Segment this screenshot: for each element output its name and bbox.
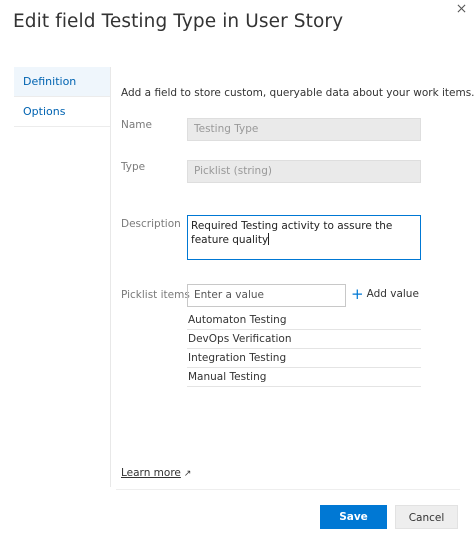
sidebar-item-definition[interactable]: Definition — [14, 67, 110, 97]
type-field: Picklist (string) — [187, 160, 421, 183]
description-label: Description — [121, 218, 181, 230]
dialog-title: Edit field Testing Type in User Story — [13, 11, 344, 32]
picklist-item[interactable]: DevOps Verification — [187, 330, 421, 349]
text-caret — [268, 233, 270, 245]
learn-more-label: Learn more — [121, 467, 181, 479]
picklist-item[interactable]: Automaton Testing — [187, 311, 421, 330]
name-field: Testing Type — [187, 118, 421, 141]
sidebar-item-options[interactable]: Options — [14, 97, 110, 127]
picklist-item[interactable]: Integration Testing — [187, 349, 421, 368]
type-label: Type — [121, 161, 146, 173]
close-icon — [457, 4, 465, 12]
picklist-item[interactable]: Manual Testing — [187, 368, 421, 387]
add-value-label: Add value — [366, 288, 419, 300]
intro-text: Add a field to store custom, queryable d… — [121, 87, 474, 99]
learn-more-link[interactable]: Learn more ↗ — [121, 467, 191, 479]
picklist-input[interactable]: Enter a value — [187, 284, 346, 307]
cancel-button[interactable]: Cancel — [395, 505, 458, 529]
close-button[interactable] — [452, 0, 470, 16]
plus-icon: + — [351, 285, 364, 303]
description-text: Required Testing activity to assure the … — [191, 220, 393, 246]
description-textarea[interactable]: Required Testing activity to assure the … — [187, 215, 421, 260]
add-value-button[interactable]: + Add value — [351, 285, 419, 303]
picklist-items: Automaton Testing DevOps Verification In… — [187, 311, 421, 387]
external-link-icon: ↗ — [183, 469, 192, 479]
sidebar-divider — [110, 67, 111, 487]
picklist-label: Picklist items — [121, 289, 190, 301]
name-label: Name — [121, 119, 152, 131]
sidebar: Definition Options — [14, 67, 110, 127]
footer-divider — [116, 489, 460, 490]
save-button[interactable]: Save — [320, 505, 387, 529]
